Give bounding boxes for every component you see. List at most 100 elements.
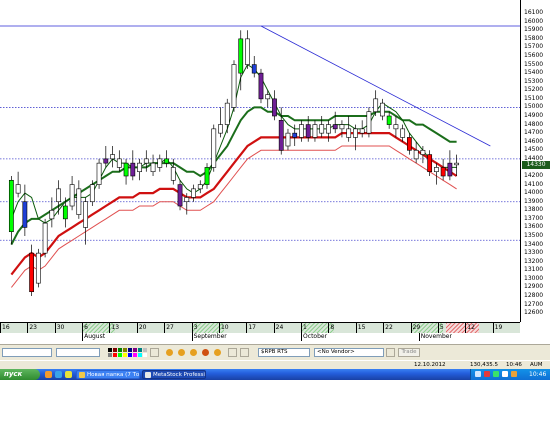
periodicity-select[interactable]: [2, 348, 52, 357]
candle-body: [218, 124, 223, 134]
price-tick-label: 12600: [524, 309, 544, 317]
price-tick-label: 13500: [524, 232, 544, 239]
color-swatch[interactable]: [138, 353, 142, 357]
quicklaunch-browser-icon[interactable]: [45, 371, 52, 378]
candle-body: [339, 124, 345, 130]
taskbar-task-label: Новая папка (7 Томс...: [87, 372, 140, 378]
price-tick-label: 14800: [524, 120, 544, 128]
color-swatch[interactable]: [118, 348, 122, 352]
color-swatch[interactable]: [123, 353, 127, 357]
price-tick-label: 14200: [524, 172, 544, 179]
chart-canvas[interactable]: [0, 0, 520, 322]
candle-body: [258, 72, 264, 100]
color-swatch[interactable]: [113, 348, 117, 352]
color-swatch[interactable]: [138, 348, 142, 352]
candle-body: [69, 184, 75, 207]
candle-body: [15, 184, 21, 194]
candle-body: [305, 124, 311, 138]
date-tick-label: 8: [328, 323, 335, 333]
candle-body: [251, 64, 257, 74]
candle-body: [103, 158, 109, 164]
tray-shield-icon[interactable]: [511, 371, 517, 377]
color-swatch[interactable]: [128, 348, 132, 352]
tray-app-icon[interactable]: [493, 371, 499, 377]
date-tick-label: 10: [218, 323, 229, 333]
download-icon[interactable]: [386, 348, 395, 357]
candle-body: [238, 38, 244, 74]
price-tick-label: 13100: [524, 266, 544, 274]
price-tick-label: 15700: [524, 43, 544, 51]
date-tick-label: 30: [54, 323, 65, 333]
candle-body: [278, 119, 284, 151]
candle-body: [116, 158, 122, 168]
price-tick-label: 14700: [524, 129, 544, 137]
taskbar-task-label: MetaStock Profession...: [153, 372, 205, 378]
candle-body: [231, 64, 237, 108]
candle-body: [191, 188, 196, 198]
date-tick-label: 20: [136, 323, 147, 333]
color-swatch[interactable]: [123, 348, 127, 352]
candle-body: [22, 201, 28, 228]
color-circle-icon[interactable]: [178, 349, 185, 356]
line-style-select[interactable]: [56, 348, 100, 357]
status-mode: AUM: [530, 362, 543, 368]
color-swatch[interactable]: [143, 353, 147, 357]
hand-icon[interactable]: [240, 348, 249, 357]
color-circle-icon[interactable]: [166, 349, 173, 356]
price-tick-label: 15300: [524, 77, 544, 85]
date-tick-label: 12: [465, 323, 475, 333]
candle-body: [42, 222, 48, 254]
color-swatch[interactable]: [133, 348, 137, 352]
tray-network-icon[interactable]: [475, 371, 481, 377]
line-width-button[interactable]: [150, 348, 159, 357]
price-tick-label: 13000: [524, 274, 544, 282]
price-tick-label: 13600: [524, 223, 544, 231]
candle-body: [204, 167, 210, 185]
taskbar-clock: 10:46: [529, 371, 547, 378]
symbol-select[interactable]: $RPB RTS: [258, 348, 310, 357]
color-swatch[interactable]: [128, 353, 132, 357]
taskbar-task[interactable]: MetaStock Profession...: [142, 370, 206, 379]
candle-body: [150, 162, 156, 173]
candle-body: [373, 98, 379, 113]
start-button[interactable]: пуск: [0, 369, 40, 380]
price-tick-label: 15600: [524, 52, 544, 59]
color-circle-icon[interactable]: [214, 349, 221, 356]
candle-body: [170, 167, 176, 181]
vendor-select[interactable]: <No Vendor>: [314, 348, 384, 357]
price-axis[interactable]: 16100 16000 15900 15800 15700 15600 15500 15400…: [520, 0, 550, 322]
price-tick-label: 12700: [524, 300, 544, 308]
candle-body: [454, 162, 460, 166]
candle-body: [157, 158, 163, 168]
month-label: August: [82, 333, 106, 341]
color-circle-icon[interactable]: [202, 349, 209, 356]
trade-button[interactable]: Trade: [398, 348, 420, 357]
tray-volume-icon[interactable]: [502, 371, 508, 377]
color-swatch[interactable]: [133, 353, 137, 357]
candle-body: [143, 158, 149, 164]
color-swatch[interactable]: [118, 353, 122, 357]
date-tick-label: 23: [27, 323, 37, 333]
price-tick-label: 14500: [524, 146, 544, 154]
quicklaunch-ie-icon[interactable]: [55, 371, 62, 378]
system-tray: 10:46: [470, 369, 550, 380]
color-swatch[interactable]: [108, 348, 112, 352]
taskbar-task[interactable]: Новая папка (7 Томс...: [76, 370, 140, 379]
candle-body: [110, 154, 115, 160]
candle-body: [420, 149, 426, 155]
quicklaunch-media-icon[interactable]: [65, 371, 72, 378]
price-tick-label: 15500: [524, 60, 544, 68]
tray-security-icon[interactable]: [484, 371, 490, 377]
candle-body: [433, 167, 439, 173]
color-swatch[interactable]: [108, 353, 112, 357]
price-tick-label: 16000: [524, 17, 544, 25]
grid-icon[interactable]: [228, 348, 237, 357]
price-chart[interactable]: [0, 0, 520, 322]
color-swatch[interactable]: [113, 353, 117, 357]
color-swatch[interactable]: [143, 348, 147, 352]
date-tick-label: 3: [191, 323, 198, 333]
date-tick-label: 5: [437, 323, 444, 333]
candle-body: [380, 102, 385, 117]
date-tick-label: 13: [109, 323, 120, 333]
color-circle-icon[interactable]: [190, 349, 197, 356]
